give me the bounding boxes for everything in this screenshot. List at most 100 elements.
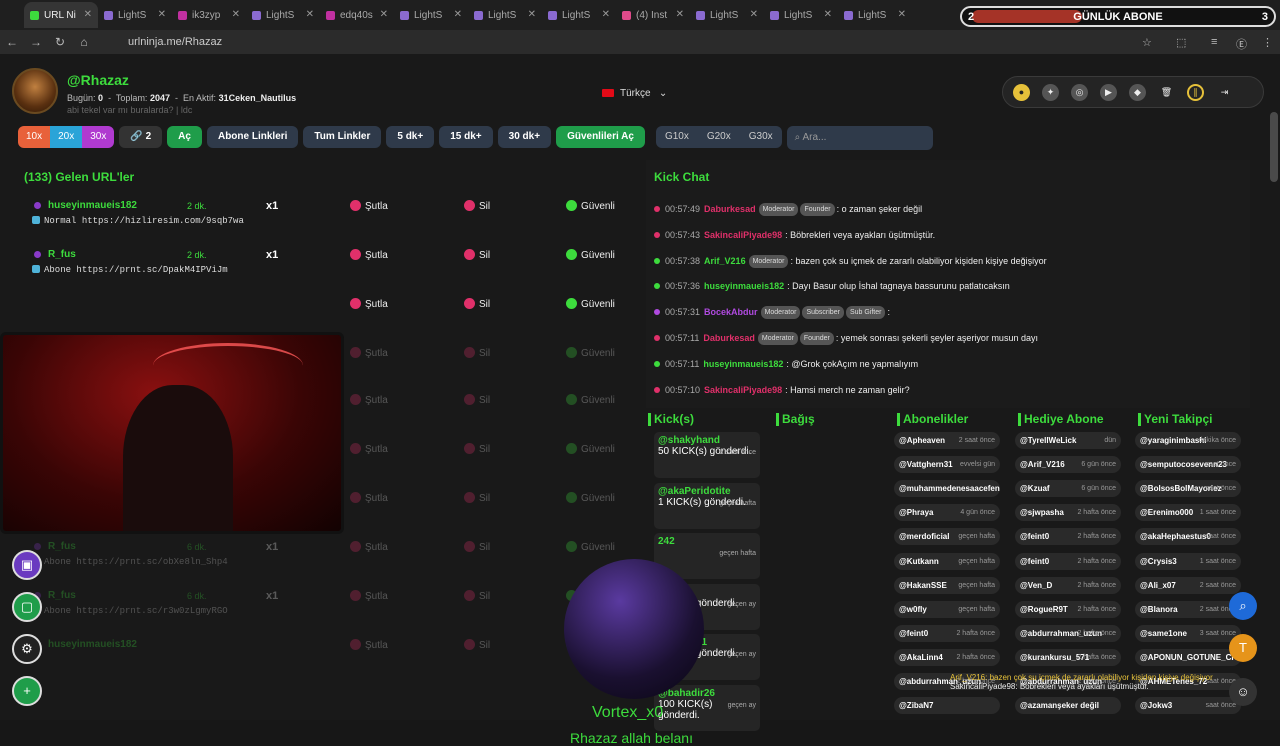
message-user[interactable]: SakincaliPiyade98	[704, 385, 782, 395]
link-count-field[interactable]: 🔗 2	[119, 126, 163, 148]
row-link[interactable]: Abone https://prnt.sc/r3w0zLgmyRGO	[32, 606, 228, 616]
event-chip[interactable]: @same1one 3 saat önce	[1135, 624, 1241, 642]
event-chip[interactable]: @abdurrahman_uzun 2 hafta önce	[1015, 624, 1121, 642]
event-chip[interactable]: @Erenimo000 1 saat önce	[1135, 504, 1241, 522]
filter-15min-button[interactable]: 15 dk+	[439, 126, 493, 148]
kick-button[interactable]: Şutla	[350, 541, 388, 553]
mult-10x-button[interactable]: 10x	[18, 126, 51, 148]
event-chip[interactable]: @muhammedenesaacefendihz	[894, 480, 1000, 498]
event-chip[interactable]: @yaraginimbashi dakika önce	[1135, 432, 1241, 449]
safe-button[interactable]: Güvenli	[566, 298, 615, 310]
search-input[interactable]: ⌕ Ara...	[786, 126, 933, 150]
event-chip[interactable]: @w0fly geçen hafta	[894, 600, 1000, 618]
event-chip[interactable]: @merdoficial geçen hafta	[894, 528, 1000, 546]
event-chip[interactable]: @Ven_D 2 hafta önce	[1015, 576, 1121, 594]
link-url[interactable]: https://prnt.sc/DpakM4IPViJm	[76, 265, 227, 275]
language-select[interactable]: Türkçe ⌄	[602, 88, 667, 99]
link-url[interactable]: https://prnt.sc/obXe8ln_Shp4	[76, 557, 227, 567]
close-icon[interactable]: ✕	[898, 9, 906, 20]
mult-30x-button[interactable]: 30x	[82, 126, 115, 148]
reload-icon[interactable]: ↻	[48, 35, 72, 49]
browser-tab[interactable]: edq40s ✕	[320, 2, 394, 28]
youtube-icon[interactable]: ▶	[1100, 83, 1117, 101]
event-chip[interactable]: @Phraya 4 gün önce	[894, 504, 1000, 522]
add-user-button[interactable]: +	[12, 676, 42, 706]
event-chip[interactable]: @Ali_x07 2 saat önce	[1135, 576, 1241, 594]
close-icon[interactable]: ✕	[602, 9, 610, 20]
event-chip[interactable]: @BolsosBolMayoriez saat önce	[1135, 480, 1241, 498]
event-chip[interactable]: @feint0 2 hafta önce	[1015, 552, 1121, 570]
browser-tab[interactable]: LightS ✕	[764, 2, 838, 28]
page-scrollbar[interactable]	[1270, 112, 1278, 182]
kick-user[interactable]: @akaPeridotite	[658, 486, 756, 497]
browser-tab[interactable]: ik3zyp ✕	[172, 2, 246, 28]
event-chip[interactable]: @feint0 2 hafta önce	[894, 624, 1000, 642]
browser-tab[interactable]: LightS ✕	[542, 2, 616, 28]
row-username[interactable]: R_fus	[48, 541, 76, 552]
open-safe-button[interactable]: Güvenlileri Aç	[556, 126, 645, 148]
close-icon[interactable]: ✕	[750, 9, 758, 20]
g30x-button[interactable]: G30x	[740, 126, 782, 148]
browser-tab[interactable]: (4) Inst ✕	[616, 2, 690, 28]
window-button[interactable]: ▢	[12, 592, 42, 622]
delete-button[interactable]: Sil	[464, 394, 490, 406]
delete-button[interactable]: Sil	[464, 639, 490, 651]
row-username[interactable]: huseyinmaueis182	[48, 639, 137, 650]
browser-tab[interactable]: URL Ni ✕	[24, 2, 98, 28]
event-chip[interactable]: @Crysis3 1 saat önce	[1135, 552, 1241, 570]
extensions-icon[interactable]: ⬚	[1176, 36, 1186, 49]
kick-user[interactable]: @bahadir26	[658, 688, 756, 699]
message-user[interactable]: Daburkesad	[703, 333, 755, 343]
delete-button[interactable]: Sil	[464, 492, 490, 504]
close-icon[interactable]: ✕	[380, 9, 388, 20]
row-link[interactable]: Normal https://hizliresim.com/9sqb7wa	[32, 216, 244, 226]
close-icon[interactable]: ✕	[676, 9, 684, 20]
delete-button[interactable]: Sil	[464, 347, 490, 359]
link-url[interactable]: https://hizliresim.com/9sqb7wa	[82, 216, 244, 226]
trash-icon[interactable]: 🗑	[1158, 84, 1175, 101]
logout-icon[interactable]: ⇥	[1216, 84, 1233, 101]
kick-button[interactable]: Şutla	[350, 200, 388, 212]
event-chip[interactable]: @Arif_V216 6 gün önce	[1015, 456, 1121, 474]
safe-button[interactable]: Güvenli	[566, 394, 615, 406]
event-chip[interactable]: @Blanora 2 saat önce	[1135, 600, 1241, 618]
g10x-button[interactable]: G10x	[656, 126, 698, 148]
back-icon[interactable]: ←	[0, 35, 24, 49]
menu-icon[interactable]: ⋮	[1262, 36, 1273, 49]
delete-button[interactable]: Sil	[464, 443, 490, 455]
event-chip[interactable]: @azamanşeker değil	[1015, 697, 1121, 715]
delete-button[interactable]: Sil	[464, 590, 490, 602]
filter-30min-button[interactable]: 30 dk+	[497, 126, 552, 148]
all-links-button[interactable]: Tum Linkler	[303, 126, 382, 148]
delete-button[interactable]: Sil	[464, 249, 490, 261]
row-username[interactable]: huseyinmaueis182	[48, 200, 137, 211]
event-chip[interactable]: @Kutkann geçen hafta	[894, 552, 1000, 570]
event-chip[interactable]: @sjwpasha 2 hafta önce	[1015, 504, 1121, 522]
t-fab-button[interactable]: T	[1229, 634, 1257, 662]
browser-tab[interactable]: LightS ✕	[690, 2, 764, 28]
browser-tab[interactable]: LightS ✕	[98, 2, 172, 28]
message-user[interactable]: Daburkesad	[704, 204, 756, 214]
safe-button[interactable]: Güvenli	[566, 541, 615, 553]
subscriber-links-button[interactable]: Abone Linkleri	[206, 126, 299, 148]
message-user[interactable]: Arif_V216	[704, 256, 746, 266]
kick-button[interactable]: Şutla	[350, 298, 388, 310]
kick-button[interactable]: Şutla	[350, 492, 388, 504]
open-button[interactable]: Aç	[167, 126, 202, 148]
forward-icon[interactable]: →	[24, 35, 48, 49]
browser-tab[interactable]: LightS ✕	[394, 2, 468, 28]
kick-button[interactable]: Şutla	[350, 443, 388, 455]
discord-icon[interactable]: ◆	[1129, 83, 1146, 101]
event-chip[interactable]: @Jokw3 saat önce	[1135, 697, 1241, 715]
kick-button[interactable]: Şutla	[350, 249, 388, 261]
bookmark-star-icon[interactable]: ☆	[1142, 36, 1152, 49]
row-link[interactable]: Abone https://prnt.sc/obXe8ln_Shp4	[32, 557, 228, 567]
twitter-icon[interactable]: ✦	[1042, 83, 1059, 101]
delete-button[interactable]: Sil	[464, 298, 490, 310]
safe-button[interactable]: Güvenli	[566, 347, 615, 359]
kick-logo-icon[interactable]: ●	[1013, 83, 1030, 101]
twitch-button[interactable]: ▣	[12, 550, 42, 580]
delete-button[interactable]: Sil	[464, 200, 490, 212]
event-chip[interactable]: @Apheaven 2 saat önce	[894, 432, 1000, 449]
row-username[interactable]: R_fus	[48, 249, 76, 260]
